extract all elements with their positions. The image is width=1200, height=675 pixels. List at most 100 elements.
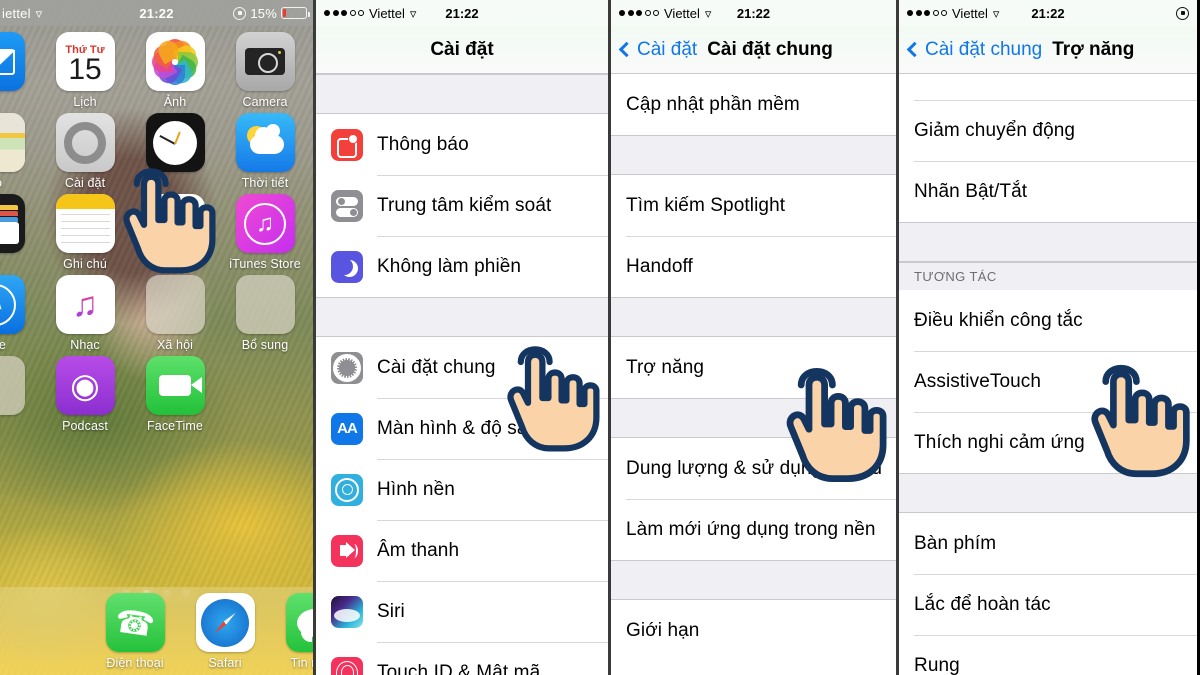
folder-icon[interactable] bbox=[0, 356, 25, 415]
list-row[interactable]: Handoff bbox=[611, 236, 896, 297]
status-bar-clock: 21:22 bbox=[736, 5, 771, 21]
app-app-store-app[interactable]: ✎ tore bbox=[0, 275, 40, 352]
sounds-icon bbox=[331, 534, 363, 567]
app-photos-app[interactable]: Ảnh bbox=[130, 32, 220, 109]
safari-app-icon[interactable] bbox=[195, 593, 255, 652]
app-facetime-app[interactable]: FaceTime bbox=[130, 356, 220, 433]
itunes-store-app-icon[interactable]: ♫ bbox=[235, 194, 295, 253]
list-row[interactable]: AssistiveTouch bbox=[899, 351, 1197, 412]
back-button[interactable]: Cài đặt bbox=[618, 39, 697, 61]
camera-app-icon[interactable] bbox=[235, 32, 295, 91]
app-camera-app[interactable]: Camera bbox=[220, 32, 310, 109]
app-row: đồ Cài đặt Thời tiết bbox=[0, 113, 313, 190]
list-row[interactable]: Điều khiển công tắc bbox=[899, 290, 1197, 351]
list-row[interactable]: Làm mới ứng dụng trong nền bbox=[611, 499, 896, 560]
app-extras-folder[interactable]: Bổ sung bbox=[220, 275, 310, 352]
list-row[interactable]: Trợ năng bbox=[611, 337, 896, 398]
phone-app-icon[interactable]: ☎ bbox=[105, 593, 165, 652]
podcasts-app-icon[interactable]: ◉ bbox=[55, 356, 115, 415]
list-row[interactable]: Không làm phiền bbox=[316, 236, 608, 297]
app-label: Bổ sung bbox=[241, 338, 289, 352]
section-separator bbox=[899, 222, 1197, 262]
list-row[interactable]: Nhãn Bật/Tắt bbox=[899, 161, 1197, 222]
list-row-label: Trợ năng bbox=[626, 356, 705, 378]
app-label: Safari bbox=[208, 656, 242, 670]
app-mail-app[interactable] bbox=[0, 32, 40, 95]
app-label: Xã hội bbox=[156, 338, 194, 352]
list-row[interactable]: AA Màn hình & độ sáng bbox=[316, 398, 608, 459]
app-calendar-app[interactable]: Thứ Tư 15 Lịch bbox=[40, 32, 130, 109]
settings-list: Cập nhật phần mềm Tìm kiếm Spotlight Hando… bbox=[611, 74, 896, 661]
app-label: Thời tiết bbox=[241, 176, 289, 190]
section-separator bbox=[611, 398, 896, 438]
list-row[interactable]: Trung tâm kiểm soát bbox=[316, 175, 608, 236]
list-row-label: Nhãn Bật/Tắt bbox=[914, 180, 1028, 202]
app-folder[interactable]: ội bbox=[0, 356, 40, 433]
app-weather-app[interactable]: Thời tiết bbox=[220, 113, 310, 190]
photos-app-icon[interactable] bbox=[145, 32, 205, 91]
social-folder-icon[interactable] bbox=[145, 275, 205, 334]
list-row[interactable]: Cài đặt chung bbox=[316, 337, 608, 398]
facetime-app-icon[interactable] bbox=[145, 356, 205, 415]
settings-list: Giảm chuyển động Nhãn Bật/Tắt TƯƠNG TÁC Điề… bbox=[899, 74, 1197, 675]
list-row-label: Tìm kiếm Spotlight bbox=[626, 194, 786, 216]
app-social-folder[interactable]: Xã hội bbox=[130, 275, 220, 352]
app-wallet-app[interactable]: et bbox=[0, 194, 40, 271]
status-bar: iettel ▿ 21:22 15% bbox=[0, 0, 313, 26]
app-store-app-icon[interactable]: ✎ bbox=[0, 275, 25, 334]
list-row-clipped[interactable] bbox=[899, 74, 1197, 100]
list-row[interactable]: Âm thanh bbox=[316, 520, 608, 581]
app-clock-app[interactable] bbox=[130, 113, 220, 176]
page-title: Cài đặt chung bbox=[707, 38, 833, 60]
notes-app-icon[interactable] bbox=[55, 194, 115, 253]
messages-app-icon[interactable] bbox=[285, 593, 313, 652]
app-settings-app[interactable]: Cài đặt bbox=[40, 113, 130, 190]
list-row-label: Giới hạn bbox=[626, 619, 700, 641]
app-phone-app[interactable]: ☎ Điện thoại bbox=[90, 593, 180, 670]
list-row[interactable]: Tìm kiếm Spotlight bbox=[611, 175, 896, 236]
list-row[interactable]: Touch ID & Mật mã bbox=[316, 642, 608, 675]
back-button[interactable]: Cài đặt chung bbox=[906, 39, 1042, 61]
app-label: Tin nhắn bbox=[290, 656, 314, 670]
app-itunes-store-app[interactable]: ♫ iTunes Store bbox=[220, 194, 310, 271]
weather-app-icon[interactable] bbox=[235, 113, 295, 172]
list-row[interactable]: Hình nền bbox=[316, 459, 608, 520]
app-safari-app[interactable]: Safari bbox=[180, 593, 270, 670]
list-row[interactable]: Bàn phím bbox=[899, 513, 1197, 574]
app-label: Điện thoại bbox=[106, 656, 164, 670]
list-row[interactable]: Rung bbox=[899, 635, 1197, 675]
list-row[interactable]: Giảm chuyển động bbox=[899, 100, 1197, 161]
extras-folder-icon[interactable] bbox=[235, 275, 295, 334]
dock-row: ☎ Điện thoại Safari 34Tin nhắn bbox=[0, 593, 313, 670]
display-brightness-icon: AA bbox=[331, 412, 363, 445]
settings-app-icon[interactable] bbox=[55, 113, 115, 172]
list-row-label: Màn hình & độ sáng bbox=[377, 417, 549, 439]
app-messages-app[interactable]: 34Tin nhắn bbox=[270, 593, 313, 670]
list-row[interactable]: Thông báo bbox=[316, 114, 608, 175]
status-bar-right bbox=[1176, 6, 1189, 20]
list-row[interactable]: Lắc để hoàn tác bbox=[899, 574, 1197, 635]
section-separator bbox=[316, 297, 608, 337]
list-row[interactable]: Siri bbox=[316, 581, 608, 642]
app-row: Thứ Tư 15 Lịch Ảnh Camera bbox=[0, 32, 313, 109]
app-music-app[interactable]: ♫ Nhạc bbox=[40, 275, 130, 352]
battery-percent-label: 15% bbox=[250, 5, 277, 21]
list-row[interactable]: Dung lượng & sử dụng iCloud bbox=[611, 438, 896, 499]
list-row[interactable]: Giới hạn bbox=[611, 600, 896, 661]
mail-app-icon[interactable] bbox=[0, 32, 25, 91]
app-notes-app[interactable]: Ghi chú bbox=[40, 194, 130, 271]
app-podcasts-app[interactable]: ◉ Podcast bbox=[40, 356, 130, 433]
app-reminders-app[interactable]: Lời nhắc bbox=[130, 194, 220, 271]
music-app-icon[interactable]: ♫ bbox=[55, 275, 115, 334]
app-label: đồ bbox=[0, 176, 2, 190]
list-row[interactable]: Cập nhật phần mềm bbox=[611, 74, 896, 135]
wallet-app-icon[interactable] bbox=[0, 194, 25, 253]
list-row-label: Không làm phiền bbox=[377, 255, 522, 277]
list-row[interactable]: Thích nghi cảm ứng bbox=[899, 412, 1197, 473]
reminders-app-icon[interactable] bbox=[145, 194, 205, 253]
clock-app-icon[interactable] bbox=[145, 113, 205, 172]
app-label: Camera bbox=[242, 95, 288, 109]
app-maps-app[interactable]: đồ bbox=[0, 113, 40, 190]
calendar-app-icon[interactable]: Thứ Tư 15 bbox=[55, 32, 115, 91]
maps-app-icon[interactable] bbox=[0, 113, 25, 172]
